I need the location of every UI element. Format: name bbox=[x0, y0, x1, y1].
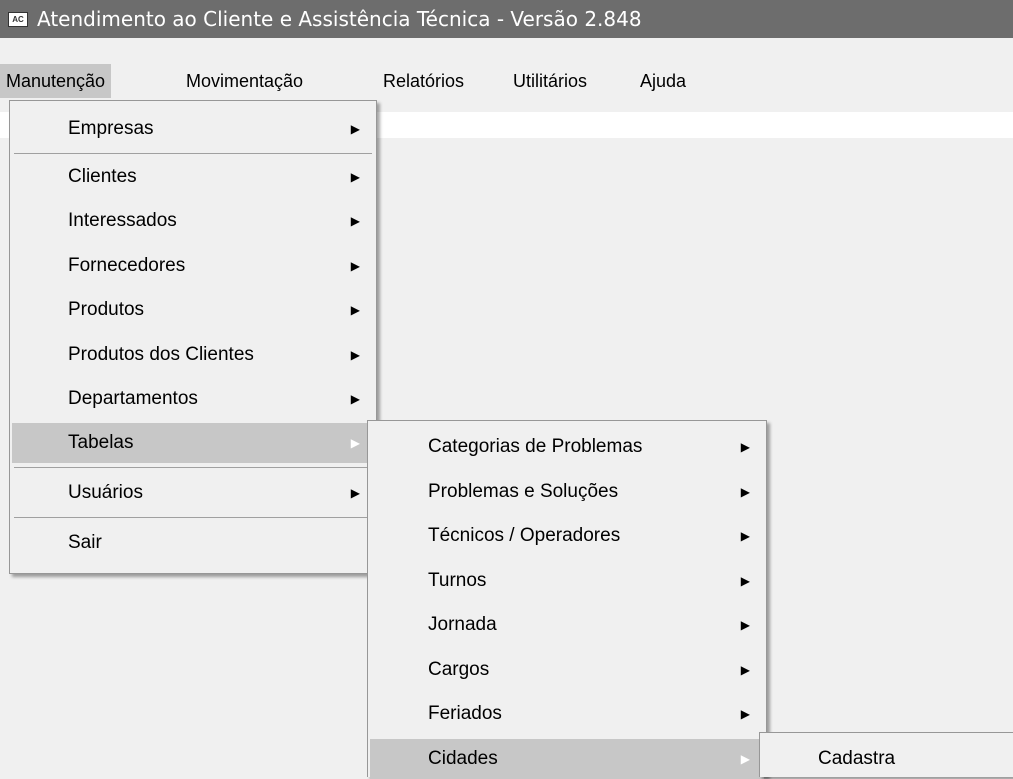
menu-item-problemas-e-solucoes[interactable]: Problemas e Soluções ▶ bbox=[370, 472, 764, 512]
menu-item-label: Sair bbox=[68, 532, 102, 553]
menu-item-label: Departamentos bbox=[68, 388, 198, 409]
cidades-submenu: Cadastra bbox=[759, 732, 1013, 777]
menu-item-label: Empresas bbox=[68, 118, 154, 139]
menu-item-sair[interactable]: Sair bbox=[12, 523, 374, 563]
menu-item-cargos[interactable]: Cargos ▶ bbox=[370, 650, 764, 690]
menu-item-label: Cargos bbox=[428, 659, 490, 680]
menu-item-label: Produtos bbox=[68, 299, 145, 320]
menu-item-empresas[interactable]: Empresas ▶ bbox=[12, 109, 374, 149]
menu-item-label: Interessados bbox=[68, 210, 177, 231]
menu-item-label: Feriados bbox=[428, 703, 502, 724]
menu-item-produtos[interactable]: Produtos ▶ bbox=[12, 290, 374, 330]
menu-item-label: Problemas e Soluções bbox=[428, 481, 619, 502]
menu-item-label: Jornada bbox=[428, 614, 497, 635]
right-triangle-icon: ▶ bbox=[350, 486, 360, 500]
menu-item-feriados[interactable]: Feriados ▶ bbox=[370, 694, 764, 734]
menu-separator bbox=[14, 153, 372, 154]
tabelas-submenu: Categorias de Problemas ▶ Problemas e So… bbox=[367, 420, 767, 779]
app-icon: AC bbox=[8, 11, 28, 27]
menu-item-label: Produtos dos Clientes bbox=[68, 344, 254, 365]
menu-utilitarios[interactable]: Utilitários bbox=[507, 64, 593, 98]
menu-manutencao[interactable]: Manutenção bbox=[0, 64, 112, 98]
right-triangle-icon: ▶ bbox=[350, 303, 360, 317]
menu-item-label: Usuários bbox=[68, 482, 143, 503]
right-triangle-icon: ▶ bbox=[740, 663, 750, 677]
menu-item-interessados[interactable]: Interessados ▶ bbox=[12, 201, 374, 241]
menu-separator bbox=[14, 467, 372, 468]
right-triangle-icon: ▶ bbox=[740, 618, 750, 632]
menu-item-jornada[interactable]: Jornada ▶ bbox=[370, 605, 764, 645]
right-triangle-icon: ▶ bbox=[350, 436, 360, 450]
menu-item-label: Fornecedores bbox=[68, 255, 186, 276]
menu-bar: Manutenção Movimentação Relatórios Utili… bbox=[0, 64, 1013, 98]
menu-item-cidades[interactable]: Cidades ▶ bbox=[370, 739, 764, 779]
title-bar: AC Atendimento ao Cliente e Assistência … bbox=[0, 0, 1013, 38]
menu-item-label: Cadastra bbox=[818, 748, 896, 769]
menu-item-tecnicos-operadores[interactable]: Técnicos / Operadores ▶ bbox=[370, 516, 764, 556]
right-triangle-icon: ▶ bbox=[350, 348, 360, 362]
menu-item-label: Técnicos / Operadores bbox=[428, 525, 621, 546]
menu-item-categorias-de-problemas[interactable]: Categorias de Problemas ▶ bbox=[370, 427, 764, 467]
menu-item-clientes[interactable]: Clientes ▶ bbox=[12, 157, 374, 197]
menu-item-label: Clientes bbox=[68, 166, 137, 187]
menu-item-label: Categorias de Problemas bbox=[428, 436, 643, 457]
window-title: Atendimento ao Cliente e Assistência Téc… bbox=[37, 7, 642, 31]
menu-item-produtos-dos-clientes[interactable]: Produtos dos Clientes ▶ bbox=[12, 335, 374, 375]
right-triangle-icon: ▶ bbox=[740, 574, 750, 588]
right-triangle-icon: ▶ bbox=[740, 529, 750, 543]
menu-item-turnos[interactable]: Turnos ▶ bbox=[370, 561, 764, 601]
menu-item-tabelas[interactable]: Tabelas ▶ bbox=[12, 423, 374, 463]
right-triangle-icon: ▶ bbox=[740, 440, 750, 454]
menu-item-departamentos[interactable]: Departamentos ▶ bbox=[12, 379, 374, 419]
right-triangle-icon: ▶ bbox=[740, 752, 750, 766]
right-triangle-icon: ▶ bbox=[350, 214, 360, 228]
menu-separator bbox=[14, 517, 372, 518]
menu-movimentacao[interactable]: Movimentação bbox=[180, 64, 309, 98]
menu-item-fornecedores[interactable]: Fornecedores ▶ bbox=[12, 246, 374, 286]
menu-item-label: Cidades bbox=[428, 748, 498, 769]
right-triangle-icon: ▶ bbox=[350, 259, 360, 273]
right-triangle-icon: ▶ bbox=[350, 392, 360, 406]
manutencao-menu: Empresas ▶ Clientes ▶ Interessados ▶ For… bbox=[9, 100, 377, 574]
menu-ajuda[interactable]: Ajuda bbox=[634, 64, 692, 98]
menu-item-label: Turnos bbox=[428, 570, 487, 591]
menu-item-label: Tabelas bbox=[68, 432, 134, 453]
menu-relatorios[interactable]: Relatórios bbox=[377, 64, 470, 98]
right-triangle-icon: ▶ bbox=[350, 122, 360, 136]
menu-item-cadastra[interactable]: Cadastra bbox=[762, 739, 1013, 779]
right-triangle-icon: ▶ bbox=[350, 170, 360, 184]
right-triangle-icon: ▶ bbox=[740, 485, 750, 499]
right-triangle-icon: ▶ bbox=[740, 707, 750, 721]
menu-item-usuarios[interactable]: Usuários ▶ bbox=[12, 473, 374, 513]
